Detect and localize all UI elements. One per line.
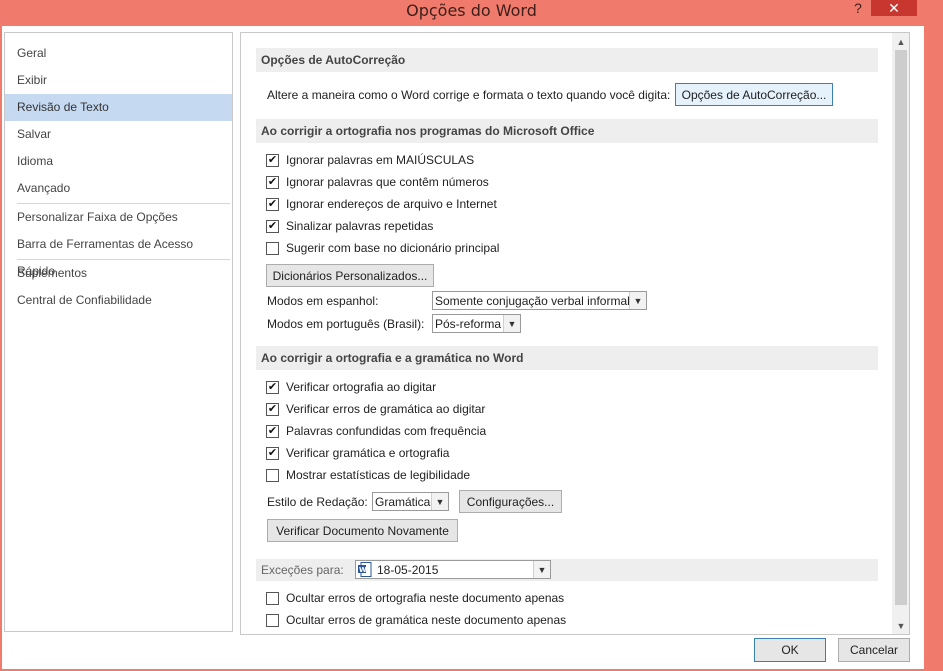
scroll-down-icon[interactable]: ▼ xyxy=(892,617,909,634)
select-value: Pós-reforma xyxy=(435,317,502,331)
checkbox[interactable] xyxy=(266,468,279,482)
scroll-up-icon[interactable]: ▲ xyxy=(892,33,909,50)
checkbox[interactable]: ✔ xyxy=(266,402,279,416)
custom-dictionaries-button[interactable]: Dicionários Personalizados... xyxy=(266,264,434,287)
settings-button[interactable]: Configurações... xyxy=(459,490,562,513)
option-label: Ignorar palavras que contêm números xyxy=(286,175,489,189)
sidebar-item-exibir[interactable]: Exibir xyxy=(5,67,232,94)
flag-repeated-words-option[interactable]: ✔ Sinalizar palavras repetidas xyxy=(266,217,433,235)
select-value: Gramática xyxy=(375,495,431,509)
checkbox[interactable] xyxy=(266,591,279,605)
hide-grammar-errors-option[interactable]: Ocultar erros de gramática neste documen… xyxy=(266,611,566,629)
spanish-modes-label: Modos em espanhol: xyxy=(267,294,379,308)
suggest-main-dictionary-option[interactable]: Sugerir com base no dicionário principal xyxy=(266,239,499,257)
option-label: Ocultar erros de gramática neste documen… xyxy=(286,613,567,627)
close-button[interactable]: ✕ xyxy=(871,0,917,16)
vertical-scrollbar[interactable]: ▲ ▼ xyxy=(892,33,909,634)
content-panel: Opções de AutoCorreção Altere a maneira … xyxy=(240,32,910,635)
sidebar-item-salvar[interactable]: Salvar xyxy=(5,121,232,148)
checkbox[interactable]: ✔ xyxy=(266,424,279,438)
ok-button[interactable]: OK xyxy=(754,638,826,662)
option-label: Verificar ortografia ao digitar xyxy=(286,380,437,394)
option-label: Mostrar estatísticas de legibilidade xyxy=(286,468,471,482)
checkbox[interactable]: ✔ xyxy=(266,197,279,211)
cancel-button[interactable]: Cancelar xyxy=(838,638,910,662)
scrollbar-thumb[interactable] xyxy=(895,50,907,605)
checkbox[interactable] xyxy=(266,241,279,255)
exceptions-document-select[interactable]: W 18-05-2015 ▼ xyxy=(355,560,551,579)
checkbox[interactable] xyxy=(266,613,279,627)
word-document-icon: W xyxy=(358,562,372,577)
options-dialog: Geral Exibir Revisão de Texto Salvar Idi… xyxy=(2,26,924,669)
sidebar-item-barra-acesso-rapido[interactable]: Barra de Ferramentas de Acesso Rápido xyxy=(5,231,232,278)
ignore-internet-addresses-option[interactable]: ✔ Ignorar endereços de arquivo e Interne… xyxy=(266,195,497,213)
portuguese-modes-select[interactable]: Pós-reforma ▼ xyxy=(432,314,521,333)
autocorrect-options-button[interactable]: Opções de AutoCorreção... xyxy=(675,83,833,106)
option-label: Verificar gramática e ortografia xyxy=(286,446,450,460)
exceptions-label: Exceções para: xyxy=(261,563,344,577)
sidebar-item-central-confiabilidade[interactable]: Central de Confiabilidade xyxy=(5,287,232,314)
checkbox[interactable]: ✔ xyxy=(266,219,279,233)
chevron-down-icon[interactable]: ▼ xyxy=(629,292,646,309)
option-label: Sugerir com base no dicionário principal xyxy=(286,241,500,255)
help-button[interactable]: ? xyxy=(848,0,868,16)
select-value: Somente conjugação verbal informal xyxy=(435,294,630,308)
option-label: Palavras confundidas com frequência xyxy=(286,424,487,438)
sidebar-item-suplementos[interactable]: Suplementos xyxy=(5,260,232,287)
checkbox[interactable]: ✔ xyxy=(266,380,279,394)
svg-text:W: W xyxy=(359,566,367,574)
confused-words-option[interactable]: ✔ Palavras confundidas com frequência xyxy=(266,422,486,440)
sidebar: Geral Exibir Revisão de Texto Salvar Idi… xyxy=(4,32,233,632)
checkbox[interactable]: ✔ xyxy=(266,153,279,167)
checkbox[interactable]: ✔ xyxy=(266,446,279,460)
select-value: 18-05-2015 xyxy=(377,563,439,577)
check-spelling-typing-option[interactable]: ✔ Verificar ortografia ao digitar xyxy=(266,378,436,396)
word-spelling-section-header: Ao corrigir a ortografia e a gramática n… xyxy=(256,346,878,370)
ignore-numbers-option[interactable]: ✔ Ignorar palavras que contêm números xyxy=(266,173,489,191)
portuguese-modes-label: Modos em português (Brasil): xyxy=(267,317,425,331)
chevron-down-icon[interactable]: ▼ xyxy=(533,561,550,578)
chevron-down-icon[interactable]: ▼ xyxy=(503,315,520,332)
office-spelling-section-header: Ao corrigir a ortografia nos programas d… xyxy=(256,119,878,143)
exceptions-section: Exceções para: xyxy=(256,559,878,581)
check-grammar-spelling-option[interactable]: ✔ Verificar gramática e ortografia xyxy=(266,444,449,462)
sidebar-item-revisao-de-texto[interactable]: Revisão de Texto xyxy=(5,94,232,121)
chevron-down-icon[interactable]: ▼ xyxy=(431,493,448,510)
title-bar: Opções do Word ? ✕ xyxy=(0,0,943,26)
option-label: Sinalizar palavras repetidas xyxy=(286,219,434,233)
hide-spelling-errors-option[interactable]: Ocultar erros de ortografia neste docume… xyxy=(266,589,564,607)
autocorrect-description: Altere a maneira como o Word corrige e f… xyxy=(267,88,671,102)
autocorrect-section-header: Opções de AutoCorreção xyxy=(256,48,878,72)
sidebar-item-personalizar-faixa[interactable]: Personalizar Faixa de Opções xyxy=(5,204,232,231)
option-label: Verificar erros de gramática ao digitar xyxy=(286,402,486,416)
option-label: Ignorar palavras em MAIÚSCULAS xyxy=(286,153,475,167)
recheck-document-button[interactable]: Verificar Documento Novamente xyxy=(267,519,458,542)
sidebar-item-idioma[interactable]: Idioma xyxy=(5,148,232,175)
readability-statistics-option[interactable]: Mostrar estatísticas de legibilidade xyxy=(266,466,470,484)
ignore-uppercase-option[interactable]: ✔ Ignorar palavras em MAIÚSCULAS xyxy=(266,151,474,169)
sidebar-item-avancado[interactable]: Avançado xyxy=(5,175,232,202)
spanish-modes-select[interactable]: Somente conjugação verbal informal ▼ xyxy=(432,291,647,310)
option-label: Ocultar erros de ortografia neste docume… xyxy=(286,591,565,605)
writing-style-select[interactable]: Gramática ▼ xyxy=(372,492,449,511)
window-title: Opções do Word xyxy=(406,1,537,20)
checkbox[interactable]: ✔ xyxy=(266,175,279,189)
writing-style-label: Estilo de Redação: xyxy=(267,495,368,509)
check-grammar-typing-option[interactable]: ✔ Verificar erros de gramática ao digita… xyxy=(266,400,485,418)
option-label: Ignorar endereços de arquivo e Internet xyxy=(286,197,497,211)
sidebar-item-geral[interactable]: Geral xyxy=(5,40,232,67)
